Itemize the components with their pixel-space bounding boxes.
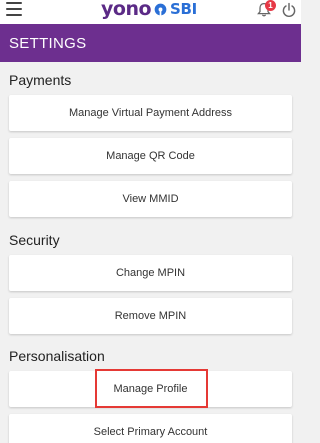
- brand-sbi-text: SBI: [170, 0, 197, 18]
- top-app-bar: yono SBI 1: [0, 0, 301, 24]
- remove-mpin-button[interactable]: Remove MPIN: [9, 298, 292, 334]
- select-primary-account-button[interactable]: Select Primary Account: [9, 414, 292, 443]
- power-icon[interactable]: [281, 2, 297, 18]
- view-mmid-button[interactable]: View MMID: [9, 181, 292, 217]
- section-title-personalisation: Personalisation: [9, 348, 105, 364]
- brand-logo: yono SBI: [101, 0, 197, 20]
- manage-virtual-payment-address-button[interactable]: Manage Virtual Payment Address: [9, 95, 292, 131]
- page-title: SETTINGS: [9, 34, 87, 52]
- notification-count-badge: 1: [265, 0, 276, 11]
- settings-header: SETTINGS: [0, 24, 301, 62]
- manage-profile-button[interactable]: Manage Profile: [9, 371, 292, 407]
- brand-yono-text: yono: [101, 0, 152, 20]
- sbi-logo-icon: [154, 3, 167, 16]
- section-title-payments: Payments: [9, 72, 72, 88]
- manage-qr-code-button[interactable]: Manage QR Code: [9, 138, 292, 174]
- hamburger-menu-icon[interactable]: [6, 2, 22, 16]
- change-mpin-button[interactable]: Change MPIN: [9, 255, 292, 291]
- section-title-security: Security: [9, 232, 60, 248]
